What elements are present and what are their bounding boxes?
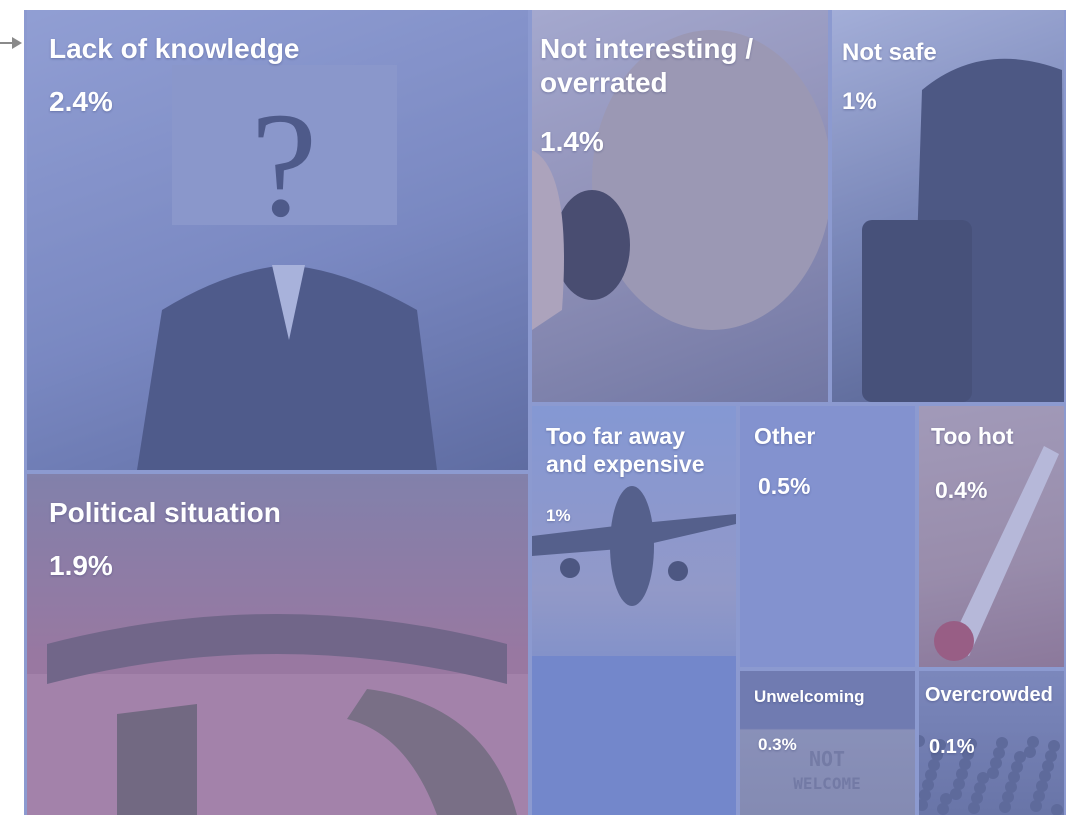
treemap-label: Lack of knowledge [49,33,300,64]
tile-overlay [832,10,1064,402]
tile-overlay [27,10,528,470]
treemap-label: Too far away and expensive [546,423,705,478]
treemap-value: 0.4% [935,477,988,503]
treemap-tile-other[interactable]: Other 0.5% [740,406,915,667]
treemap-tile-not-safe[interactable]: Not safe 1% [832,10,1064,402]
treemap-label: Political situation [49,497,281,528]
treemap-label: Too hot [931,423,1014,449]
treemap-value: 2.4% [49,86,113,117]
treemap-label: Not safe [842,39,937,66]
treemap-value: 1.4% [540,126,604,157]
treemap-tile-too-far-away-and-expensive[interactable]: Too far away and expensive 1% [532,406,736,815]
treemap-tile-political-situation[interactable]: Political situation 1.9% [27,474,528,815]
treemap-value: 1% [842,88,877,115]
treemap-tile-too-hot[interactable]: Too hot 0.4% [919,406,1064,667]
treemap-tile-overcrowded[interactable]: Overcrowded 0.1% [919,671,1064,815]
treemap-tile-lack-of-knowledge[interactable]: ? Lack of knowledge 2.4% [27,10,528,470]
treemap-value: 0.3% [758,735,797,754]
treemap-label: Not interesting / overrated [540,33,754,99]
treemap-label: Other [754,423,816,449]
treemap-label: Unwelcoming [754,687,865,706]
treemap-tile-not-interesting-overrated[interactable]: Not interesting / overrated 1.4% [532,10,828,402]
treemap-tile-unwelcoming[interactable]: NOT WELCOME Unwelcoming 0.3% [740,671,915,815]
treemap-chart: ? Lack of knowledge 2.4% Not interesting / … [24,10,1066,815]
treemap-label: Overcrowded [925,684,1053,706]
arrow-right-icon [0,37,22,49]
treemap-value: 0.1% [929,736,975,758]
treemap-value: 1% [546,506,571,525]
treemap-value: 0.5% [758,473,811,499]
treemap-value: 1.9% [49,550,113,581]
